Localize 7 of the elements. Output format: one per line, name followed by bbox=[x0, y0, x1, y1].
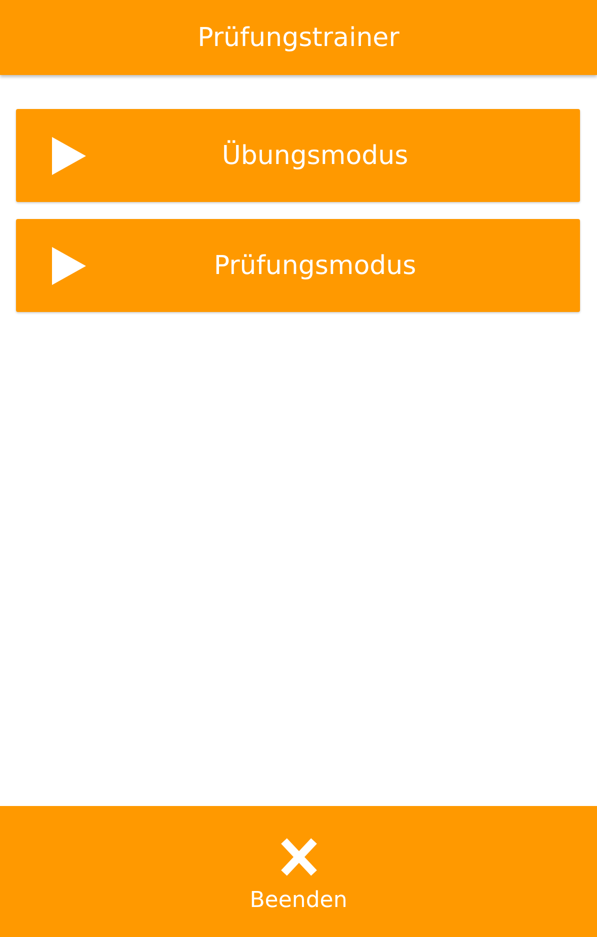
play-icon bbox=[52, 136, 86, 174]
close-icon bbox=[280, 838, 318, 876]
app-title: Prüfungstrainer bbox=[198, 22, 400, 52]
mode-button[interactable]: Prüfungsmodus bbox=[16, 219, 580, 312]
mode-button[interactable]: Übungsmodus bbox=[16, 109, 580, 202]
play-icon bbox=[52, 246, 86, 284]
exit-button[interactable]: Beenden bbox=[0, 806, 597, 937]
